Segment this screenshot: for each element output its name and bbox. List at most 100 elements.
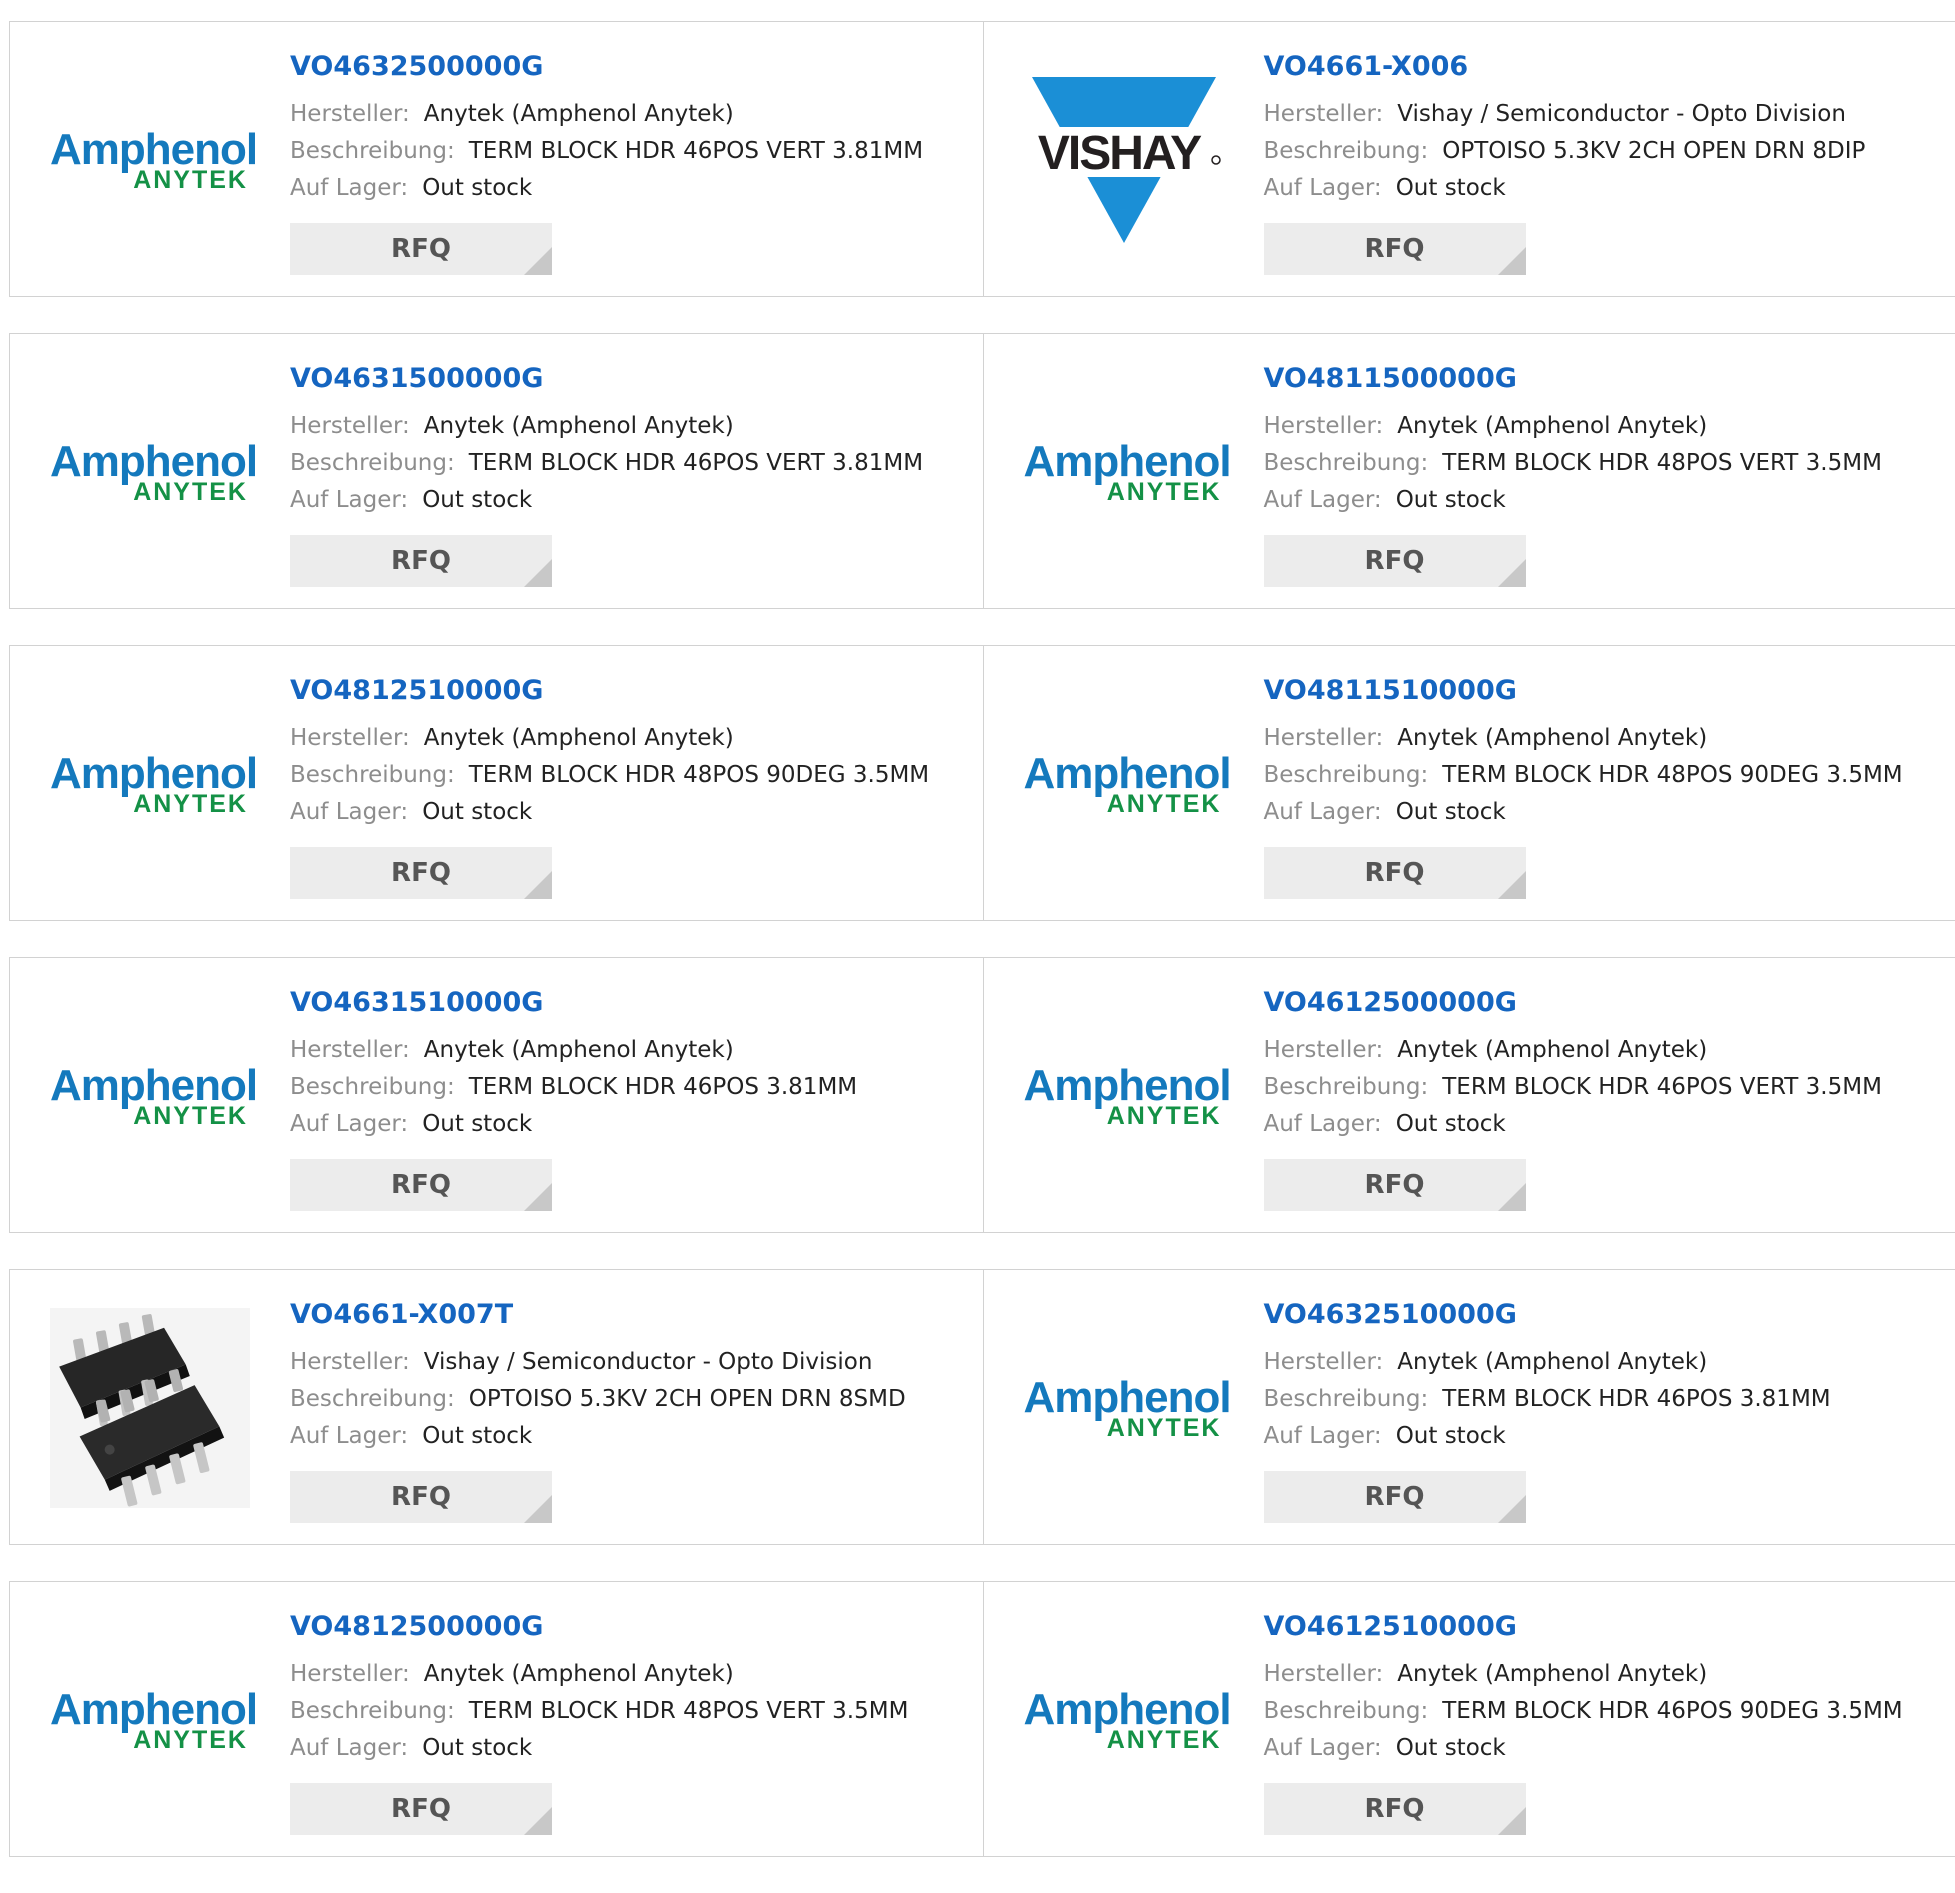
product-card: AmphenolANYTEKVO4632500000GHersteller:An… — [10, 22, 983, 296]
stock-value: Out stock — [422, 487, 532, 513]
part-number-link[interactable]: VO4661-X007T — [290, 1298, 973, 1332]
amphenol-anytek-logo: AmphenolANYTEK — [1024, 1376, 1224, 1441]
rfq-button-label: RFQ — [1264, 223, 1526, 275]
description-label: Beschreibung: — [290, 138, 455, 164]
amphenol-anytek-logo: AmphenolANYTEK — [1024, 1688, 1224, 1753]
part-number-link[interactable]: VO4811500000G — [1264, 362, 1946, 396]
manufacturer-logo: AmphenolANYTEK — [1024, 1620, 1224, 1820]
rfq-button[interactable]: RFQ — [1264, 1471, 1526, 1523]
part-number-link[interactable]: VO4612500000G — [1264, 986, 1946, 1020]
manufacturer-value: Vishay / Semiconductor - Opto Division — [424, 1349, 873, 1375]
amphenol-logo-text: Amphenol — [1024, 1376, 1224, 1420]
description-value: OPTOISO 5.3KV 2CH OPEN DRN 8SMD — [469, 1386, 906, 1412]
product-info: VO4812510000G Hersteller: Anytek (Amphenol… — [290, 674, 973, 831]
description-value: TERM BLOCK HDR 46POS VERT 3.5MM — [1442, 1074, 1882, 1100]
stock-line: Auf Lager:Out stock — [1264, 1730, 1946, 1767]
description-value: TERM BLOCK HDR 46POS VERT 3.81MM — [469, 138, 923, 164]
amphenol-logo-text: Amphenol — [1024, 440, 1224, 484]
description-line: Beschreibung: TERM BLOCK HDR 46POS VERT 3… — [1264, 1069, 1946, 1106]
stock-line: Auf Lager:Out stock — [1264, 170, 1946, 207]
stock-label: Auf Lager: — [290, 1735, 408, 1761]
description-label: Beschreibung: — [1264, 1698, 1429, 1724]
product-info: VO4631500000GHersteller:Anytek (Amphenol… — [290, 362, 973, 519]
part-number-link[interactable]: VO4631500000G — [290, 362, 973, 396]
stock-line: Auf Lager:Out stock — [1264, 1418, 1946, 1455]
manufacturer-logo: AmphenolANYTEK — [50, 684, 250, 884]
product-card: AmphenolANYTEK VO4632510000G Hersteller: An… — [983, 1270, 1955, 1544]
stock-label: Auf Lager: — [1264, 1111, 1382, 1137]
amphenol-anytek-logo: AmphenolANYTEK — [1024, 1064, 1224, 1129]
manufacturer-line: Hersteller: Anytek (Amphenol Anytek) — [1264, 408, 1946, 445]
stock-value: Out stock — [1396, 1111, 1506, 1137]
product-info: VO4612510000GHersteller:Anytek (Amphenol… — [1264, 1610, 1946, 1767]
rfq-button-label: RFQ — [1264, 847, 1526, 899]
stock-value: Out stock — [422, 1735, 532, 1761]
description-label: Beschreibung: — [1264, 138, 1429, 164]
manufacturer-label: Hersteller: — [1264, 413, 1384, 439]
rfq-button[interactable]: RFQ — [290, 1159, 552, 1211]
description-value: TERM BLOCK HDR 48POS 90DEG 3.5MM — [1442, 762, 1902, 788]
rfq-button[interactable]: RFQ — [1264, 847, 1526, 899]
rfq-button[interactable]: RFQ — [290, 535, 552, 587]
part-number-link[interactable]: VO4612510000G — [1264, 1610, 1946, 1644]
part-number-link[interactable]: VO4631510000G — [290, 986, 973, 1020]
rfq-button[interactable]: RFQ — [290, 847, 552, 899]
rfq-button[interactable]: RFQ — [1264, 1159, 1526, 1211]
manufacturer-label: Hersteller: — [290, 1037, 410, 1063]
product-info: VO4661-X007THersteller:Vishay / Semicond… — [290, 1298, 973, 1455]
part-number-link[interactable]: VO4632510000G — [1264, 1298, 1946, 1332]
stock-label: Auf Lager: — [290, 1111, 408, 1137]
description-line: Beschreibung:TERM BLOCK HDR 46POS 3.81MM — [1264, 1381, 1946, 1418]
part-number-link[interactable]: VO4812510000G — [290, 674, 973, 708]
rfq-button[interactable]: RFQ — [1264, 1783, 1526, 1835]
manufacturer-logo: AmphenolANYTEK — [1024, 372, 1224, 572]
part-number-link[interactable]: VO4632500000G — [290, 50, 973, 84]
description-value: TERM BLOCK HDR 46POS 90DEG 3.5MM — [1442, 1698, 1902, 1724]
stock-value: Out stock — [422, 1111, 532, 1137]
amphenol-logo-text: Amphenol — [1024, 1688, 1224, 1732]
stock-line: Auf Lager: Out stock — [1264, 1106, 1946, 1143]
description-label: Beschreibung: — [1264, 1074, 1429, 1100]
stock-value: Out stock — [1396, 487, 1506, 513]
manufacturer-value: Anytek (Amphenol Anytek) — [1397, 1037, 1707, 1063]
description-value: TERM BLOCK HDR 46POS 3.81MM — [469, 1074, 857, 1100]
amphenol-anytek-logo: AmphenolANYTEK — [50, 440, 250, 505]
stock-label: Auf Lager: — [1264, 487, 1382, 513]
rfq-button[interactable]: RFQ — [1264, 535, 1526, 587]
manufacturer-logo: AmphenolANYTEK — [1024, 684, 1224, 884]
description-line: Beschreibung:OPTOISO 5.3KV 2CH OPEN DRN … — [1264, 133, 1946, 170]
manufacturer-line: Hersteller:Anytek (Amphenol Anytek) — [290, 96, 973, 133]
rfq-button-label: RFQ — [1264, 1783, 1526, 1835]
description-value: TERM BLOCK HDR 48POS VERT 3.5MM — [1442, 450, 1882, 476]
vishay-logo-text: VISHAY — [1037, 127, 1201, 180]
manufacturer-value: Anytek (Amphenol Anytek) — [1397, 1349, 1707, 1375]
product-info: VO4811510000GHersteller:Anytek (Amphenol… — [1264, 674, 1946, 831]
rfq-button[interactable]: RFQ — [290, 1471, 552, 1523]
description-label: Beschreibung: — [1264, 1386, 1429, 1412]
manufacturer-label: Hersteller: — [290, 725, 410, 751]
amphenol-anytek-logo: AmphenolANYTEK — [50, 1064, 250, 1129]
part-number-link[interactable]: VO4812500000G — [290, 1610, 973, 1644]
amphenol-anytek-logo: AmphenolANYTEK — [50, 752, 250, 817]
description-line: Beschreibung:TERM BLOCK HDR 48POS VERT 3… — [290, 1693, 973, 1730]
amphenol-logo-text: Amphenol — [50, 128, 250, 172]
stock-label: Auf Lager: — [1264, 1735, 1382, 1761]
manufacturer-label: Hersteller: — [1264, 1349, 1384, 1375]
description-label: Beschreibung: — [290, 1698, 455, 1724]
product-info: VO4631510000GHersteller:Anytek (Amphenol… — [290, 986, 973, 1143]
stock-value: Out stock — [1396, 799, 1506, 825]
rfq-button[interactable]: RFQ — [1264, 223, 1526, 275]
manufacturer-label: Hersteller: — [290, 413, 410, 439]
amphenol-logo-text: Amphenol — [50, 1064, 250, 1108]
rfq-button[interactable]: RFQ — [290, 1783, 552, 1835]
rfq-button-label: RFQ — [1264, 535, 1526, 587]
manufacturer-value: Anytek (Amphenol Anytek) — [424, 725, 734, 751]
stock-label: Auf Lager: — [1264, 175, 1382, 201]
product-card: AmphenolANYTEKVO4612500000GHersteller:An… — [983, 958, 1955, 1232]
product-card: AmphenolANYTEKVO4812500000GHersteller:An… — [10, 1582, 983, 1856]
manufacturer-value: Anytek (Amphenol Anytek) — [1397, 413, 1707, 439]
manufacturer-logo: VISHAY — [1024, 60, 1224, 260]
part-number-link[interactable]: VO4811510000G — [1264, 674, 1946, 708]
rfq-button[interactable]: RFQ — [290, 223, 552, 275]
part-number-link[interactable]: VO4661-X006 — [1264, 50, 1946, 84]
